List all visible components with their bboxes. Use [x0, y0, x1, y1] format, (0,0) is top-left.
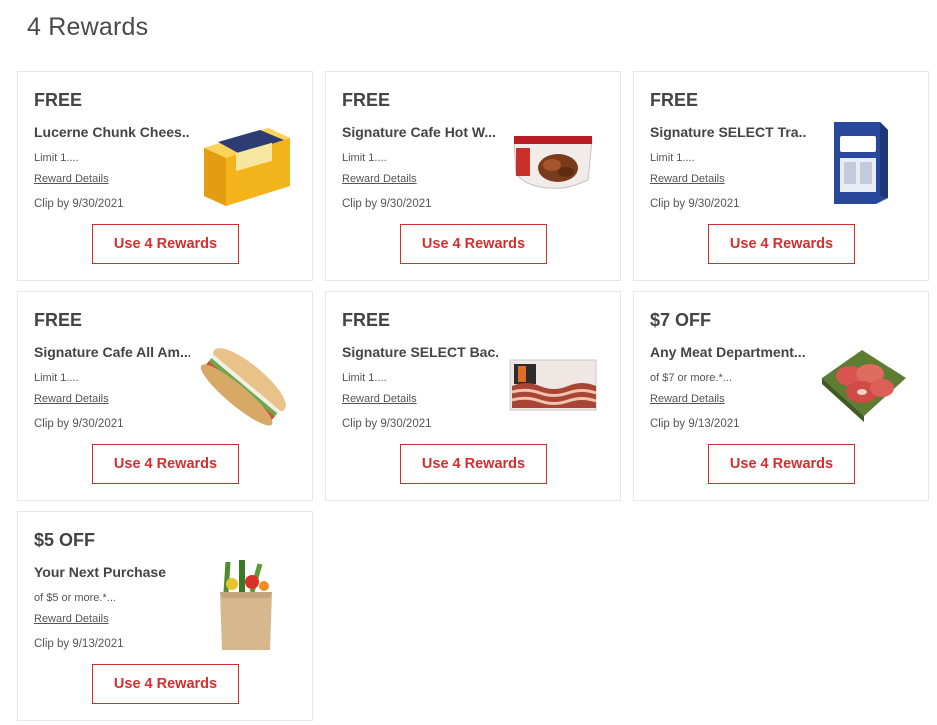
use-rewards-button[interactable]: Use 4 Rewards — [708, 224, 855, 264]
offer-description: of $5 or more.*... — [34, 592, 116, 604]
reward-details-link[interactable]: Reward Details — [650, 173, 725, 185]
reward-card: FREE Signature SELECT Tra... Limit 1....… — [633, 71, 929, 281]
reward-card: FREE Lucerne Chunk Chees... Limit 1.... … — [17, 71, 313, 281]
reward-details-link[interactable]: Reward Details — [650, 393, 725, 405]
use-rewards-button[interactable]: Use 4 Rewards — [400, 444, 547, 484]
reward-details-link[interactable]: Reward Details — [342, 393, 417, 405]
reward-card: FREE Signature Cafe All Am... Limit 1...… — [17, 291, 313, 501]
product-name[interactable]: Signature Cafe All Am... — [34, 344, 190, 360]
page-title: 4 Rewards — [27, 13, 149, 41]
use-rewards-button[interactable]: Use 4 Rewards — [92, 444, 239, 484]
clip-date: Clip by 9/30/2021 — [34, 418, 124, 430]
product-name[interactable]: Signature Cafe Hot W... — [342, 124, 498, 140]
reward-details-link[interactable]: Reward Details — [34, 393, 109, 405]
sandwich-icon[interactable] — [198, 338, 293, 433]
use-rewards-button[interactable]: Use 4 Rewards — [708, 444, 855, 484]
offer-description: Limit 1.... — [342, 372, 387, 384]
product-name[interactable]: Any Meat Department... — [650, 344, 806, 360]
reward-card: $7 OFF Any Meat Department... of $7 or m… — [633, 291, 929, 501]
offer-description: Limit 1.... — [34, 372, 79, 384]
clip-date: Clip by 9/30/2021 — [34, 198, 124, 210]
offer-label: FREE — [342, 310, 391, 330]
offer-description: Limit 1.... — [650, 152, 695, 164]
product-name[interactable]: Signature SELECT Bac... — [342, 344, 498, 360]
offer-label: FREE — [650, 90, 699, 110]
reward-details-link[interactable]: Reward Details — [34, 173, 109, 185]
meat-icon[interactable] — [814, 338, 909, 433]
bacon-icon[interactable] — [506, 338, 601, 433]
cheese-icon[interactable] — [198, 118, 293, 213]
product-name[interactable]: Signature SELECT Tra... — [650, 124, 806, 140]
clip-date: Clip by 9/30/2021 — [650, 198, 740, 210]
clip-date: Clip by 9/30/2021 — [342, 418, 432, 430]
use-rewards-button[interactable]: Use 4 Rewards — [92, 224, 239, 264]
offer-description: of $7 or more.*... — [650, 372, 732, 384]
reward-card: FREE Signature Cafe Hot W... Limit 1....… — [325, 71, 621, 281]
reward-card: $5 OFF Your Next Purchase of $5 or more.… — [17, 511, 313, 721]
clip-date: Clip by 9/13/2021 — [650, 418, 740, 430]
grocery-bag-icon[interactable] — [198, 558, 293, 653]
reward-details-link[interactable]: Reward Details — [34, 613, 109, 625]
reward-details-link[interactable]: Reward Details — [342, 173, 417, 185]
offer-description: Limit 1.... — [34, 152, 79, 164]
use-rewards-button[interactable]: Use 4 Rewards — [400, 224, 547, 264]
offer-label: FREE — [342, 90, 391, 110]
clip-date: Clip by 9/13/2021 — [34, 638, 124, 650]
trash-bags-icon[interactable] — [814, 118, 909, 213]
chicken-wings-icon[interactable] — [506, 118, 601, 213]
use-rewards-button[interactable]: Use 4 Rewards — [92, 664, 239, 704]
product-name[interactable]: Lucerne Chunk Chees... — [34, 124, 190, 140]
clip-date: Clip by 9/30/2021 — [342, 198, 432, 210]
offer-label: FREE — [34, 90, 83, 110]
offer-label: FREE — [34, 310, 83, 330]
product-name[interactable]: Your Next Purchase — [34, 564, 190, 580]
offer-label: $7 OFF — [650, 310, 712, 330]
offer-description: Limit 1.... — [342, 152, 387, 164]
offer-label: $5 OFF — [34, 530, 96, 550]
reward-card: FREE Signature SELECT Bac... Limit 1....… — [325, 291, 621, 501]
